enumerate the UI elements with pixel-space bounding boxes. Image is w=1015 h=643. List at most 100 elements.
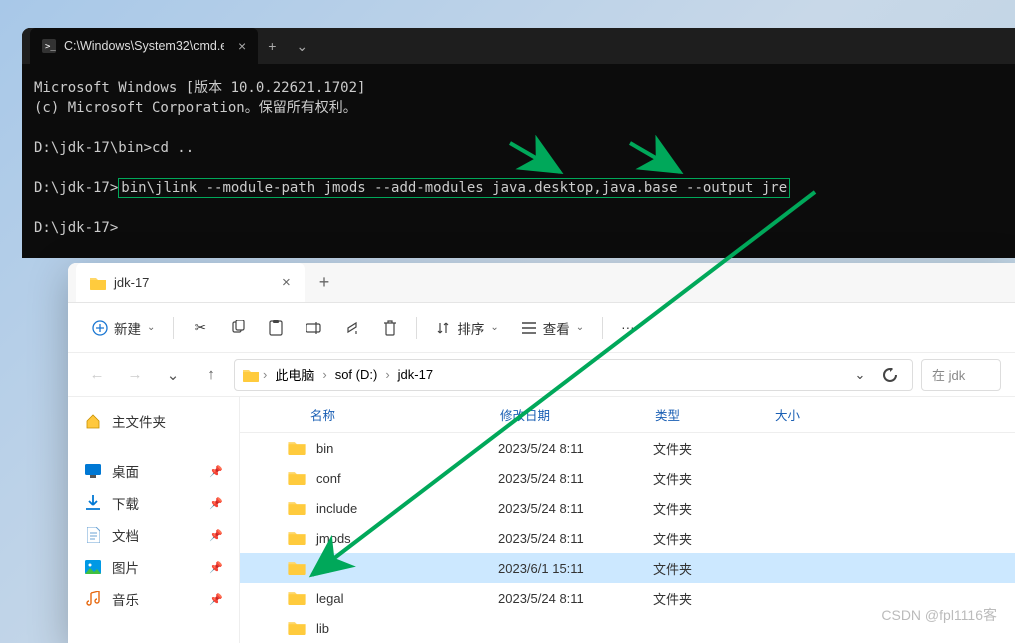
column-name[interactable]: 名称	[240, 405, 500, 424]
file-type: 文件夹	[653, 499, 773, 518]
share-button[interactable]	[334, 314, 370, 342]
file-date: 2023/5/24 8:11	[498, 441, 653, 456]
sidebar-item-home[interactable]: 主文件夹	[68, 405, 239, 437]
back-button[interactable]: ←	[82, 360, 112, 390]
list-icon	[521, 320, 537, 336]
file-row[interactable]: jre2023/6/1 15:11文件夹	[240, 553, 1015, 583]
rename-button[interactable]	[296, 314, 332, 342]
breadcrumb-item[interactable]: 此电脑	[271, 363, 318, 386]
sidebar-item-pictures[interactable]: 图片 📌	[68, 551, 239, 583]
explorer-body: 主文件夹 桌面 📌 下载 📌 文档 📌 图片 📌	[68, 397, 1015, 643]
file-name: jre	[316, 561, 498, 576]
sidebar-item-documents[interactable]: 文档 📌	[68, 519, 239, 551]
music-icon	[84, 590, 102, 608]
file-row[interactable]: include2023/5/24 8:11文件夹	[240, 493, 1015, 523]
file-date: 2023/5/24 8:11	[498, 531, 653, 546]
close-icon[interactable]: ×	[238, 38, 246, 54]
sidebar: 主文件夹 桌面 📌 下载 📌 文档 📌 图片 📌	[68, 397, 240, 643]
file-name: legal	[316, 591, 498, 606]
file-name: conf	[316, 471, 498, 486]
breadcrumb-item[interactable]: sof (D:)	[331, 365, 382, 384]
terminal-tab-bar: >_ C:\Windows\System32\cmd.e × + ⌄	[22, 28, 1015, 64]
pin-icon: 📌	[209, 497, 223, 510]
chevron-down-icon: ⌄	[576, 322, 584, 333]
folder-icon	[288, 500, 306, 516]
close-icon[interactable]: ×	[282, 274, 291, 291]
sidebar-item-downloads[interactable]: 下载 📌	[68, 487, 239, 519]
file-name: lib	[316, 621, 498, 636]
file-row[interactable]: legal2023/5/24 8:11文件夹	[240, 583, 1015, 613]
folder-icon	[288, 470, 306, 486]
file-row[interactable]: bin2023/5/24 8:11文件夹	[240, 433, 1015, 463]
chevron-down-icon: ⌄	[147, 322, 155, 333]
picture-icon	[84, 558, 102, 576]
file-date: 2023/5/24 8:11	[498, 591, 653, 606]
cmd-icon: >_	[42, 39, 56, 53]
view-button[interactable]: 查看 ⌄	[511, 312, 594, 344]
svg-text:>_: >_	[45, 42, 56, 52]
clipboard-icon	[268, 320, 284, 336]
dropdown-button[interactable]: ⌄	[846, 361, 874, 389]
file-date: 2023/6/1 15:11	[498, 561, 653, 576]
recent-button[interactable]: ⌄	[158, 360, 188, 390]
folder-icon	[288, 620, 306, 636]
forward-button[interactable]: →	[120, 360, 150, 390]
folder-icon	[288, 530, 306, 546]
file-row[interactable]: conf2023/5/24 8:11文件夹	[240, 463, 1015, 493]
toolbar: 新建 ⌄ ✂ 排序 ⌄ 查看 ⌄ ···	[68, 303, 1015, 353]
new-button[interactable]: 新建 ⌄	[82, 312, 165, 344]
tab-dropdown-button[interactable]: ⌄	[286, 38, 318, 55]
copy-button[interactable]	[220, 314, 256, 342]
share-icon	[344, 320, 360, 336]
folder-icon	[288, 560, 306, 576]
folder-icon	[288, 440, 306, 456]
new-tab-button[interactable]: +	[258, 38, 286, 54]
document-icon	[84, 526, 102, 544]
cut-button[interactable]: ✂	[182, 314, 218, 342]
terminal-tab[interactable]: >_ C:\Windows\System32\cmd.e ×	[30, 28, 258, 64]
delete-button[interactable]	[372, 314, 408, 342]
folder-icon	[90, 276, 106, 290]
pin-icon: 📌	[209, 593, 223, 606]
file-row[interactable]: jmods2023/5/24 8:11文件夹	[240, 523, 1015, 553]
file-type: 文件夹	[653, 529, 773, 548]
sidebar-item-music[interactable]: 音乐 📌	[68, 583, 239, 615]
file-list: 名称 修改日期 类型 大小 bin2023/5/24 8:11文件夹conf20…	[240, 397, 1015, 643]
download-icon	[84, 494, 102, 512]
home-icon	[84, 412, 102, 430]
ellipsis-icon: ···	[621, 320, 635, 335]
file-type: 文件夹	[653, 559, 773, 578]
sidebar-item-desktop[interactable]: 桌面 📌	[68, 455, 239, 487]
file-row[interactable]: lib	[240, 613, 1015, 643]
sort-button[interactable]: 排序 ⌄	[425, 312, 508, 344]
explorer-tab-title: jdk-17	[114, 275, 274, 290]
file-date: 2023/5/24 8:11	[498, 471, 653, 486]
terminal-output[interactable]: Microsoft Windows [版本 10.0.22621.1702] (…	[22, 64, 1015, 258]
new-tab-button[interactable]: +	[305, 272, 344, 293]
address-bar[interactable]: › 此电脑 › sof (D:) › jdk-17 ⌄	[234, 359, 913, 391]
column-date[interactable]: 修改日期	[500, 405, 655, 424]
breadcrumb-item[interactable]: jdk-17	[394, 365, 437, 384]
scissors-icon: ✂	[192, 320, 208, 336]
file-type: 文件夹	[653, 469, 773, 488]
paste-button[interactable]	[258, 314, 294, 342]
pin-icon: 📌	[209, 561, 223, 574]
terminal-window: >_ C:\Windows\System32\cmd.e × + ⌄ Micro…	[22, 28, 1015, 258]
chevron-down-icon: ⌄	[490, 322, 498, 333]
search-input[interactable]: 在 jdk	[921, 359, 1001, 391]
refresh-button[interactable]	[876, 361, 904, 389]
address-bar-row: ← → ⌄ ↑ › 此电脑 › sof (D:) › jdk-17 ⌄ 在 jd…	[68, 353, 1015, 397]
explorer-tab[interactable]: jdk-17 ×	[76, 263, 305, 302]
up-button[interactable]: ↑	[196, 360, 226, 390]
column-type[interactable]: 类型	[655, 405, 775, 424]
file-name: include	[316, 501, 498, 516]
trash-icon	[382, 320, 398, 336]
sort-icon	[435, 320, 451, 336]
copy-icon	[230, 320, 246, 336]
column-headers: 名称 修改日期 类型 大小	[240, 397, 1015, 433]
highlighted-command: bin\jlink --module-path jmods --add-modu…	[118, 178, 790, 198]
pin-icon: 📌	[209, 465, 223, 478]
explorer-tab-bar: jdk-17 × +	[68, 263, 1015, 303]
more-button[interactable]: ···	[611, 314, 645, 341]
column-size[interactable]: 大小	[775, 405, 855, 424]
